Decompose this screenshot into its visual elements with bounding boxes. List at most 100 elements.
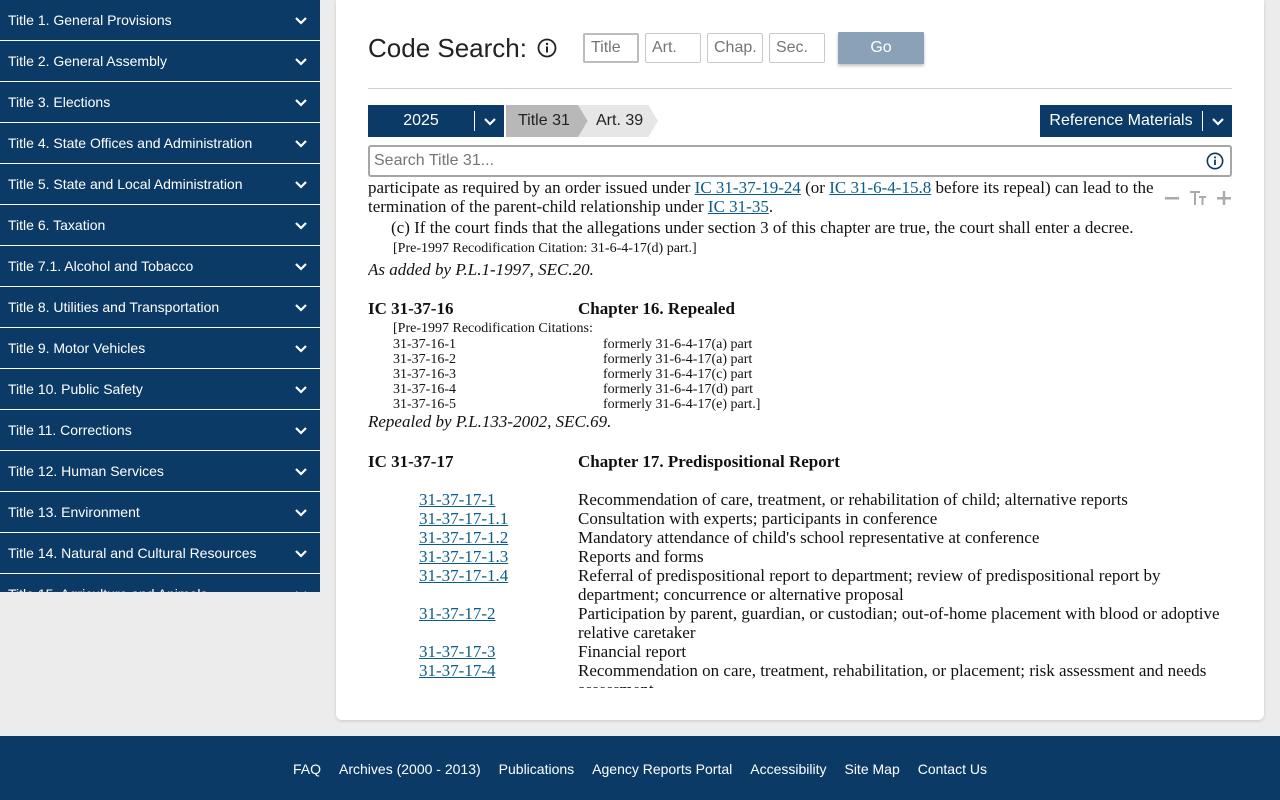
article-input[interactable] [644, 33, 701, 63]
section-description: Financial report [578, 642, 687, 661]
section-cell: 31-37-17-1.1 [368, 509, 578, 528]
chevron-down-icon[interactable] [294, 341, 308, 355]
footer-link[interactable]: FAQ [293, 761, 321, 777]
section-description: Mandatory attendance of child's school r… [578, 528, 1040, 547]
sidebar-item[interactable]: Title 3. Elections [0, 82, 320, 123]
sidebar-item[interactable]: Title 5. State and Local Administration [0, 164, 320, 205]
footer-link[interactable]: Accessibility [750, 761, 826, 777]
former-citation: formerly 31-6-4-17(d) part [603, 382, 754, 397]
section-list: 31-37-17-1 Recommendation of care, treatm… [368, 490, 1232, 688]
sidebar-item-label: Title 1. General Provisions [8, 12, 172, 28]
year-select[interactable]: 2025 [368, 105, 504, 137]
section-cell: 31-37-17-1.2 [368, 528, 578, 547]
section-link[interactable]: 31-37-17-3 [419, 642, 495, 661]
section-link[interactable]: 31-37-17-1.3 [419, 547, 508, 566]
section-description: Reports and forms [578, 547, 704, 566]
repealed-section-row: 31-37-16-1 formerly 31-6-4-17(a) part [368, 337, 1232, 352]
repealed-section-number: 31-37-16-3 [393, 367, 456, 382]
chevron-down-icon[interactable] [294, 177, 308, 191]
search-title-input[interactable] [374, 152, 1204, 170]
sidebar-item-label: Title 3. Elections [8, 94, 111, 110]
section-description: Consultation with experts; participants … [578, 509, 938, 528]
doc-line: participate as required by an order issu… [368, 178, 1232, 197]
doc-link[interactable]: IC 31-35 [708, 197, 769, 216]
chevron-down-icon[interactable] [294, 259, 308, 273]
chevron-down-icon[interactable] [294, 300, 308, 314]
chevron-down-icon[interactable] [294, 546, 308, 560]
footer-link[interactable]: Agency Reports Portal [592, 761, 732, 777]
doc-link[interactable]: IC 31-6-4-15.8 [829, 178, 931, 197]
divider [368, 88, 1232, 89]
chevron-down-icon[interactable] [294, 464, 308, 478]
chevron-down-icon[interactable] [294, 218, 308, 232]
info-icon[interactable] [1206, 152, 1224, 170]
footer-link[interactable]: Contact Us [918, 761, 987, 777]
section-link[interactable]: 31-37-17-1 [419, 490, 495, 509]
chapter-heading: IC 31-37-17 Chapter 17. Predispositional… [368, 452, 1232, 472]
sidebar-item-label: Title 14. Natural and Cultural Resources [8, 545, 257, 561]
section-cell: 31-37-17-2 [368, 604, 578, 642]
section-link[interactable]: 31-37-17-1.1 [419, 509, 508, 528]
sidebar-item[interactable]: Title 9. Motor Vehicles [0, 328, 320, 369]
doc-text: . [768, 197, 774, 216]
sidebar-item[interactable]: Title 12. Human Services [0, 451, 320, 492]
sidebar-item[interactable]: Title 8. Utilities and Transportation [0, 287, 320, 328]
sidebar-item-label: Title 6. Taxation [8, 217, 106, 233]
chevron-down-icon[interactable] [294, 136, 308, 150]
breadcrumb-title[interactable]: Title 31 [506, 105, 588, 137]
section-input[interactable] [768, 33, 825, 63]
section-row: 31-37-17-1 Recommendation of care, treatm… [368, 490, 1232, 509]
section-link[interactable]: 31-37-17-1.2 [419, 528, 508, 547]
section-row: 31-37-17-1.1 Consultation with experts; p… [368, 509, 1232, 528]
chapter-title: Chapter 16. Repealed [578, 299, 735, 318]
chevron-down-icon [1203, 114, 1232, 128]
sidebar-item[interactable]: Title 11. Corrections [0, 410, 320, 451]
doc-text: participate as required by an order issu… [368, 178, 695, 197]
sidebar-item[interactable]: Title 7.1. Alcohol and Tobacco [0, 246, 320, 287]
go-button[interactable]: Go [837, 32, 924, 64]
sidebar-item[interactable]: Title 10. Public Safety [0, 369, 320, 410]
breadcrumb-article[interactable]: Art. 39 [578, 105, 658, 137]
sidebar-item[interactable]: Title 6. Taxation [0, 205, 320, 246]
sidebar-item[interactable]: Title 15. Agriculture and Animals [0, 574, 320, 592]
chevron-down-icon[interactable] [294, 54, 308, 68]
doc-line: termination of the parent-child relation… [368, 197, 1232, 216]
chevron-down-icon[interactable] [294, 423, 308, 437]
sidebar-item[interactable]: Title 13. Environment [0, 492, 320, 533]
section-link[interactable]: 31-37-17-4 [419, 661, 495, 680]
footer-link[interactable]: Site Map [844, 761, 899, 777]
code-search-label: Code Search: [368, 32, 527, 63]
section-link[interactable]: 31-37-17-1.4 [419, 566, 508, 585]
code-document: participate as required by an order issu… [368, 178, 1232, 688]
chevron-down-icon[interactable] [294, 505, 308, 519]
sidebar-item[interactable]: Title 1. General Provisions [0, 0, 320, 41]
section-row: 31-37-17-3 Financial report [368, 642, 1232, 661]
chevron-down-icon[interactable] [294, 587, 308, 592]
chevron-down-icon [475, 114, 504, 128]
doc-text: before its repeal) can lead to the [931, 178, 1154, 197]
chapter-input[interactable] [706, 33, 763, 63]
year-value: 2025 [403, 112, 439, 129]
doc-text: (or [800, 178, 830, 197]
chapter-title: Chapter 17. Predispositional Report [578, 452, 840, 471]
section-cell: 31-37-17-1 [368, 490, 578, 509]
repealed-section-number: 31-37-16-1 [393, 337, 456, 352]
info-icon[interactable] [537, 38, 557, 58]
sidebar-item[interactable]: Title 2. General Assembly [0, 41, 320, 82]
chevron-down-icon[interactable] [294, 95, 308, 109]
chevron-down-icon[interactable] [294, 382, 308, 396]
repealed-section-row: 31-37-16-2 formerly 31-6-4-17(a) part [368, 352, 1232, 367]
sidebar-item[interactable]: Title 14. Natural and Cultural Resources [0, 533, 320, 574]
former-citation: formerly 31-6-4-17(a) part [603, 337, 753, 352]
main-content-card: Code Search: Go 2025 Title 31 Art. 39 Re… [336, 0, 1264, 720]
doc-link[interactable]: IC 31-37-19-24 [695, 178, 801, 197]
chapter-citation: IC 31-37-17 [368, 452, 454, 471]
section-description: Recommendation on care, treatment, rehab… [578, 661, 1207, 688]
footer-link[interactable]: Archives (2000 - 2013) [339, 761, 481, 777]
reference-materials-select[interactable]: Reference Materials [1040, 105, 1232, 137]
sidebar-item[interactable]: Title 4. State Offices and Administratio… [0, 123, 320, 164]
title-input[interactable] [582, 33, 639, 63]
footer-link[interactable]: Publications [499, 761, 575, 777]
chevron-down-icon[interactable] [294, 13, 308, 27]
section-link[interactable]: 31-37-17-2 [419, 604, 495, 623]
